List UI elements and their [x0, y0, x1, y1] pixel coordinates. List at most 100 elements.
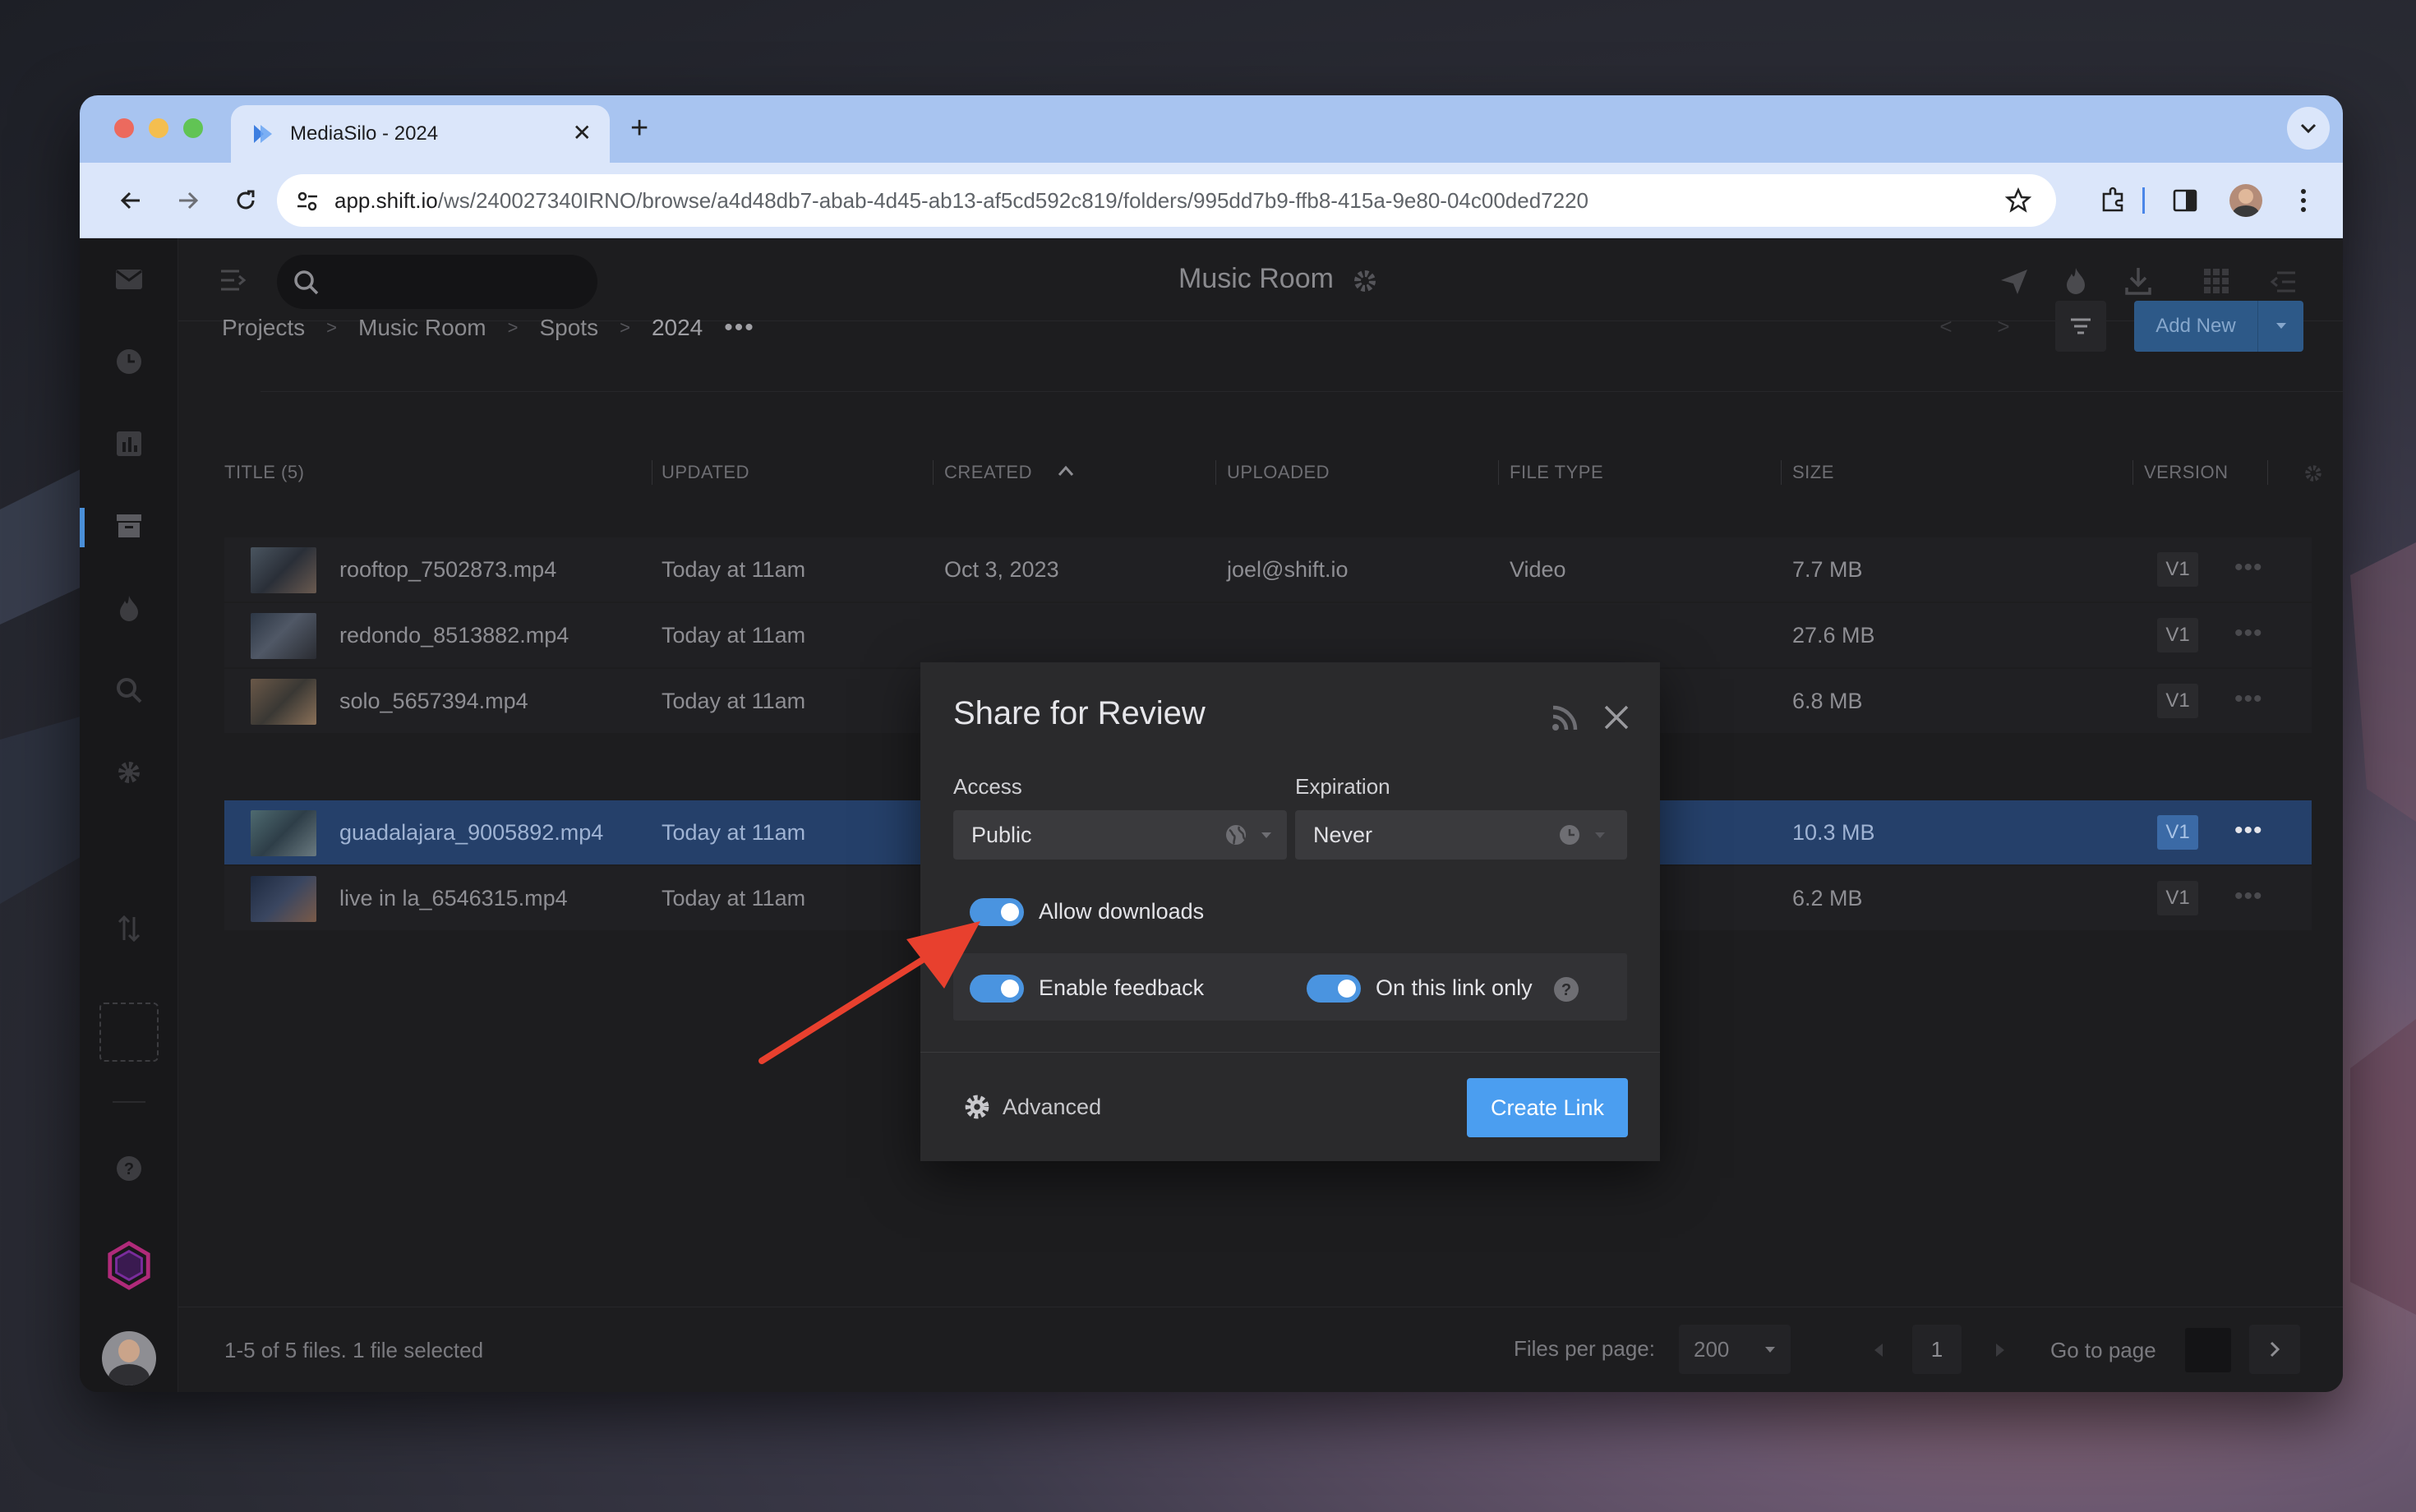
- advanced-button[interactable]: Advanced: [963, 1093, 1101, 1121]
- nav-analytics[interactable]: [113, 427, 145, 460]
- create-link-button[interactable]: Create Link: [1467, 1078, 1628, 1137]
- site-settings-icon[interactable]: [295, 189, 320, 214]
- version-badge[interactable]: V1: [2157, 552, 2198, 587]
- row-title[interactable]: rooftop_7502873.mp4: [339, 557, 556, 583]
- url-text: app.shift.io/ws/240027340IRNO/browse/a4d…: [334, 188, 1588, 214]
- room-settings-gear-icon[interactable]: [1352, 268, 1378, 294]
- version-badge[interactable]: V1: [2157, 881, 2198, 915]
- filter-button[interactable]: [2055, 301, 2106, 352]
- menu-expand-icon[interactable]: [219, 268, 247, 293]
- go-to-page-input[interactable]: [2185, 1328, 2231, 1372]
- current-page-box[interactable]: 1: [1912, 1325, 1962, 1374]
- profile-avatar[interactable]: [2229, 184, 2262, 217]
- col-created[interactable]: CREATED: [944, 462, 1032, 483]
- forward-button[interactable]: [172, 184, 205, 217]
- collapse-panel-icon[interactable]: [2269, 270, 2297, 294]
- table-row[interactable]: rooftop_7502873.mp4 Today at 11am Oct 3,…: [224, 537, 2312, 602]
- tab-close-icon[interactable]: ✕: [573, 122, 592, 145]
- nav-transfers[interactable]: [113, 912, 145, 945]
- nav-inbox[interactable]: [113, 263, 145, 296]
- user-avatar[interactable]: [102, 1331, 156, 1385]
- help-icon[interactable]: ?: [1553, 976, 1579, 1003]
- row-more-icon[interactable]: •••: [2234, 554, 2263, 582]
- rss-feed-icon[interactable]: [1550, 703, 1579, 733]
- add-new-button[interactable]: Add New: [2134, 301, 2303, 352]
- clock-icon: [117, 349, 141, 374]
- nav-settings[interactable]: [113, 756, 145, 789]
- row-title[interactable]: redondo_8513882.mp4: [339, 623, 569, 648]
- row-title[interactable]: solo_5657394.mp4: [339, 689, 528, 714]
- access-select[interactable]: Public: [953, 810, 1287, 860]
- globe-icon: [1226, 825, 1246, 845]
- search-input[interactable]: [277, 255, 597, 309]
- row-more-icon[interactable]: •••: [2234, 620, 2263, 648]
- next-item-button[interactable]: >: [1978, 301, 2029, 352]
- version-badge[interactable]: V1: [2157, 618, 2198, 652]
- nav-help[interactable]: ?: [113, 1152, 145, 1185]
- caret-down-icon: [2275, 323, 2286, 329]
- arrow-left-icon: [120, 191, 140, 210]
- extensions-icon[interactable]: [2099, 186, 2128, 215]
- nav-app-logo[interactable]: [104, 1241, 154, 1290]
- column-settings-gear-icon[interactable]: [2303, 463, 2323, 483]
- col-version[interactable]: VERSION: [2144, 462, 2229, 483]
- nav-search[interactable]: [113, 674, 145, 707]
- col-size[interactable]: SIZE: [1792, 462, 1834, 483]
- link-only-toggle[interactable]: [1307, 975, 1361, 1003]
- close-icon[interactable]: [1602, 703, 1630, 731]
- breadcrumb-more-icon[interactable]: •••: [724, 314, 755, 342]
- tab-search-button[interactable]: [2287, 107, 2330, 150]
- breadcrumb-current-2024[interactable]: 2024: [652, 315, 703, 341]
- send-icon[interactable]: [1999, 268, 2029, 296]
- col-separator: [1215, 460, 1216, 485]
- new-tab-button[interactable]: +: [630, 112, 648, 145]
- close-window-button[interactable]: [114, 118, 134, 138]
- address-bar[interactable]: app.shift.io/ws/240027340IRNO/browse/a4d…: [277, 174, 2056, 227]
- expiration-select[interactable]: Never: [1295, 810, 1627, 860]
- breadcrumb-spots[interactable]: Spots: [539, 315, 598, 341]
- help-icon: ?: [117, 1156, 141, 1181]
- breadcrumb-music-room[interactable]: Music Room: [358, 315, 486, 341]
- drop-zone[interactable]: [99, 1003, 159, 1062]
- row-more-icon[interactable]: •••: [2234, 817, 2263, 845]
- sort-ascending-icon[interactable]: [1058, 465, 1074, 477]
- browser-tab-active[interactable]: MediaSilo - 2024 ✕: [231, 105, 610, 163]
- version-badge[interactable]: V1: [2157, 684, 2198, 718]
- flame-icon[interactable]: [2063, 266, 2088, 296]
- go-to-page-button[interactable]: [2249, 1325, 2300, 1374]
- nav-recent[interactable]: [113, 345, 145, 378]
- files-per-page-select[interactable]: 200: [1679, 1325, 1791, 1374]
- col-file-type[interactable]: FILE TYPE: [1510, 462, 1603, 483]
- minimize-window-button[interactable]: [149, 118, 168, 138]
- nav-hot[interactable]: [113, 592, 145, 625]
- next-page-icon[interactable]: [1994, 1343, 2006, 1358]
- col-updated[interactable]: UPDATED: [662, 462, 749, 483]
- reload-button[interactable]: [229, 184, 262, 217]
- grid-apps-icon[interactable]: [2203, 268, 2229, 294]
- version-badge[interactable]: V1: [2157, 815, 2198, 850]
- prev-item-button[interactable]: <: [1920, 301, 1971, 352]
- search-icon: [294, 270, 319, 295]
- browser-window: MediaSilo - 2024 ✕ + app.shift.io/ws/240…: [80, 95, 2343, 1392]
- prev-page-icon[interactable]: [1873, 1343, 1884, 1358]
- zoom-window-button[interactable]: [183, 118, 203, 138]
- download-icon[interactable]: [2124, 266, 2152, 296]
- side-panel-icon[interactable]: [2172, 187, 2198, 214]
- row-more-icon[interactable]: •••: [2234, 883, 2263, 910]
- row-title[interactable]: live in la_6546315.mp4: [339, 886, 568, 911]
- expiration-value: Never: [1313, 822, 1373, 847]
- mail-icon: [116, 270, 142, 289]
- row-title[interactable]: guadalajara_9005892.mp4: [339, 820, 603, 846]
- selection-status: 1-5 of 5 files. 1 file selected: [224, 1338, 484, 1362]
- add-new-dropdown[interactable]: [2257, 301, 2303, 352]
- row-more-icon[interactable]: •••: [2234, 685, 2263, 713]
- table-row[interactable]: redondo_8513882.mp4 Today at 11am 27.6 M…: [224, 603, 2312, 667]
- kebab-menu-icon[interactable]: [2298, 187, 2308, 214]
- col-title[interactable]: TITLE (5): [224, 462, 304, 483]
- tab-title: MediaSilo - 2024: [290, 122, 439, 145]
- breadcrumb-projects[interactable]: Projects: [222, 315, 305, 341]
- back-button[interactable]: [114, 184, 147, 217]
- col-uploaded[interactable]: UPLOADED: [1227, 462, 1330, 483]
- bookmark-star-icon[interactable]: [2005, 187, 2031, 214]
- nav-projects[interactable]: [113, 509, 145, 542]
